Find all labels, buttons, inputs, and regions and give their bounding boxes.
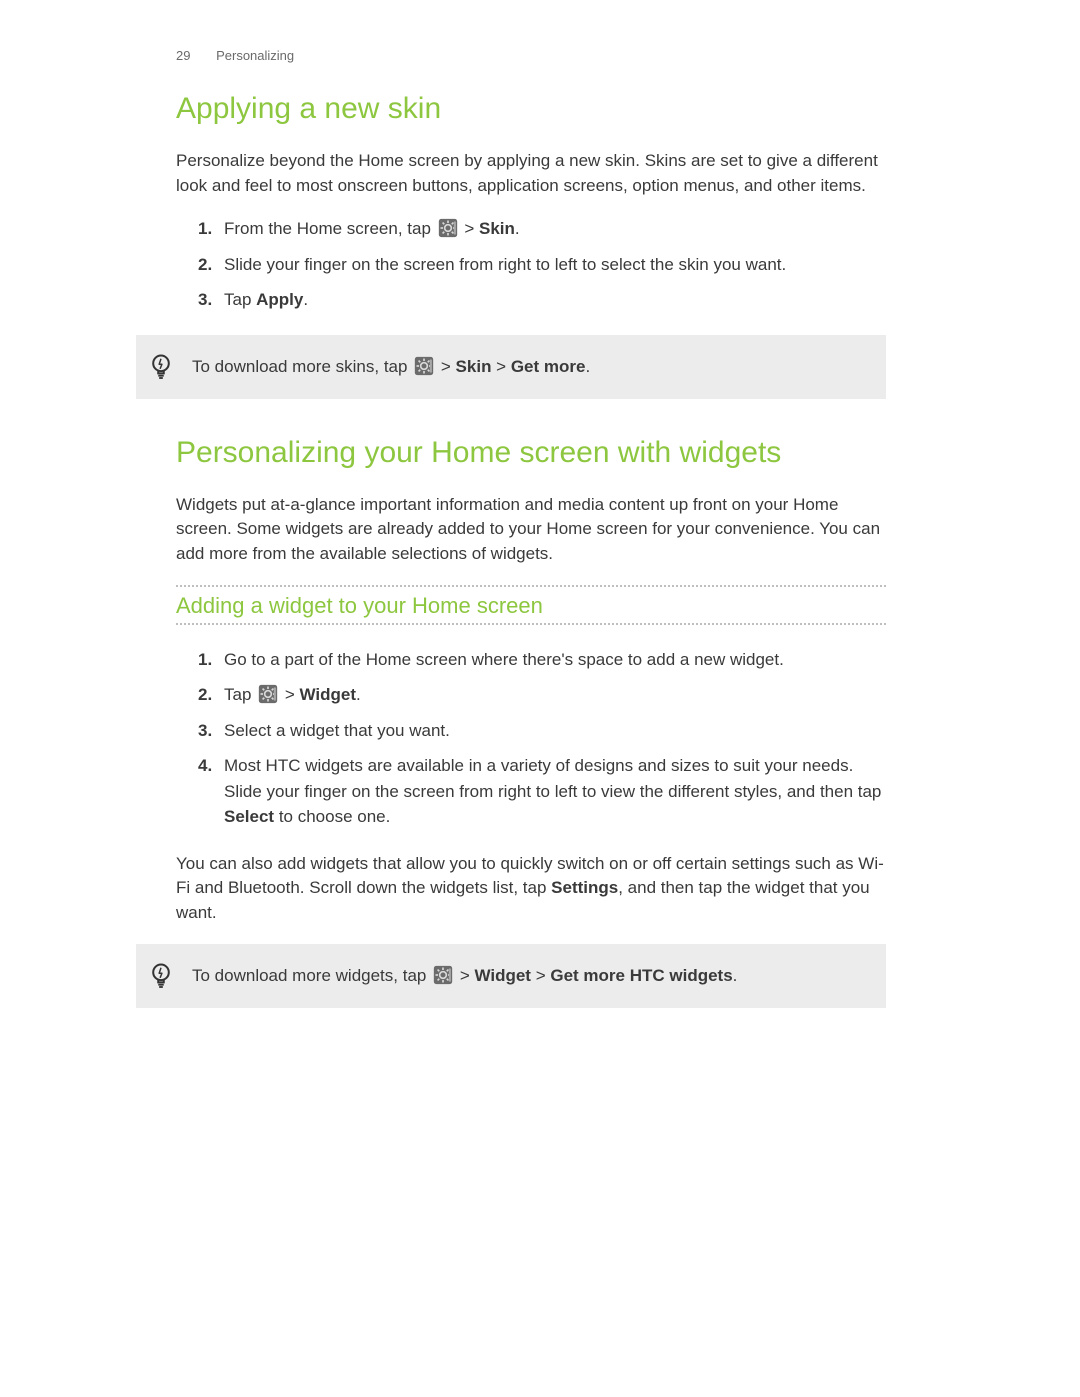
intro-widgets: Widgets put at-a-glance important inform… [176, 493, 886, 567]
page-header: 29 Personalizing [176, 48, 886, 63]
lightbulb-icon [150, 353, 172, 381]
heading-personalizing-widgets: Personalizing your Home screen with widg… [176, 435, 886, 471]
step-3: 3. Tap Apply. [176, 287, 886, 313]
section-name: Personalizing [216, 48, 294, 63]
dotted-rule [176, 585, 886, 587]
page-number: 29 [176, 48, 190, 63]
intro-skin: Personalize beyond the Home screen by ap… [176, 149, 886, 198]
personalize-icon [414, 356, 434, 376]
step-3: 3. Select a widget that you want. [176, 718, 886, 744]
personalize-icon [433, 965, 453, 985]
personalize-icon [438, 218, 458, 238]
tip-download-widgets: To download more widgets, tap > Widget >… [136, 944, 886, 1008]
lightbulb-icon [150, 962, 172, 990]
step-1: 1. From the Home screen, tap > Skin. [176, 216, 886, 242]
dotted-rule [176, 623, 886, 625]
step-2: 2. Slide your finger on the screen from … [176, 252, 886, 278]
step-1: 1. Go to a part of the Home screen where… [176, 647, 886, 673]
personalize-icon [258, 684, 278, 704]
widgets-settings-note: You can also add widgets that allow you … [176, 852, 886, 926]
step-4: 4. Most HTC widgets are available in a v… [176, 753, 886, 830]
step-2: 2. Tap > Widget. [176, 682, 886, 708]
heading-applying-new-skin: Applying a new skin [176, 91, 886, 127]
steps-widget: 1. Go to a part of the Home screen where… [176, 647, 886, 830]
subheading-adding-widget: Adding a widget to your Home screen [176, 593, 886, 619]
tip-download-skins: To download more skins, tap > Skin > Get… [136, 335, 886, 399]
steps-skin: 1. From the Home screen, tap > Skin. 2. … [176, 216, 886, 313]
